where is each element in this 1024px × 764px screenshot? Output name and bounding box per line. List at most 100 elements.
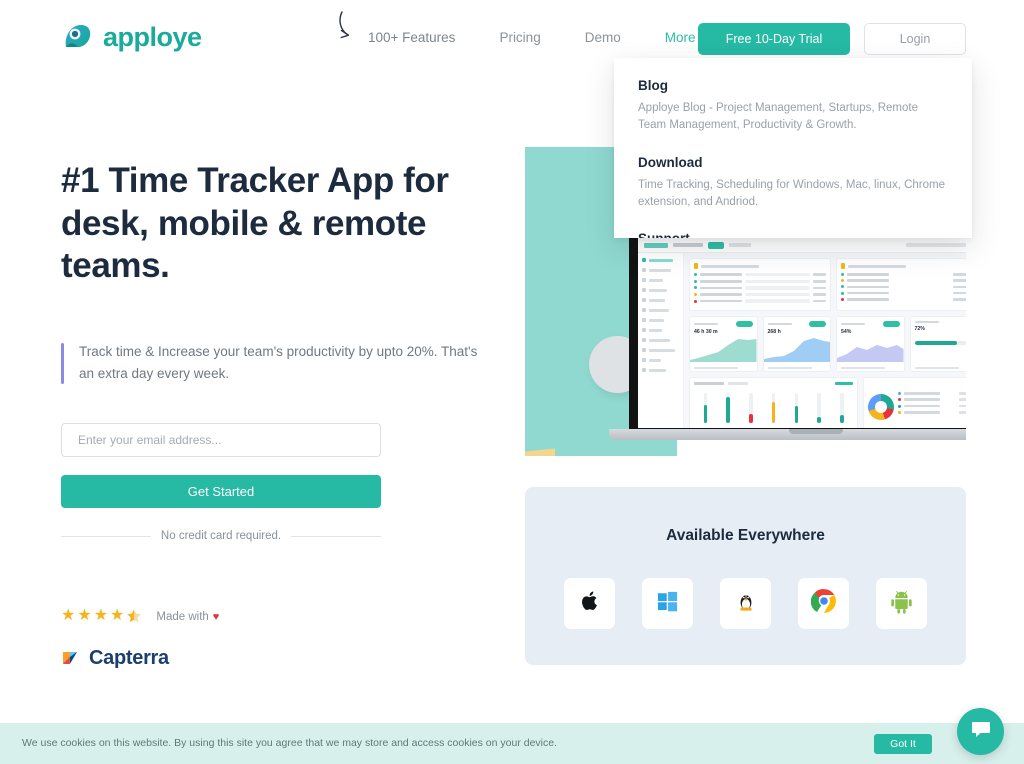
platform-windows[interactable]	[642, 578, 693, 629]
stat-value: 54%	[841, 329, 852, 336]
dashboard-main: 46 h 30 m 268 h 54% 72%	[684, 253, 966, 428]
get-started-button[interactable]: Get Started	[61, 475, 381, 508]
laptop-base	[609, 429, 966, 440]
sidebar-item	[642, 308, 679, 312]
sidebar-item	[642, 288, 679, 292]
available-everywhere-panel: Available Everywhere	[525, 487, 966, 665]
made-with-label: Made with ♥	[156, 611, 219, 623]
sidebar-item	[642, 358, 679, 362]
dashboard-tab-pill	[708, 241, 724, 249]
dashboard-tab-2	[729, 243, 751, 247]
dashboard-chart-row	[689, 376, 966, 428]
stat-value: 72%	[914, 325, 925, 332]
heart-icon: ♥	[212, 611, 220, 623]
hero-subtitle: Track time & Increase your team's produc…	[79, 344, 478, 381]
cookie-accept-button[interactable]: Got It	[874, 733, 932, 754]
star-icon: ★	[61, 607, 77, 624]
cookie-text: We use cookies on this website. By using…	[22, 737, 557, 750]
header-actions: Free 10-Day Trial Login	[698, 23, 966, 55]
laptop-bezel: 46 h 30 m 268 h 54% 72%	[629, 233, 966, 429]
platform-linux[interactable]	[720, 578, 771, 629]
sidebar-item	[642, 338, 679, 342]
star-icon: ★	[110, 607, 126, 624]
capterra-logo-icon	[61, 644, 85, 673]
windows-icon	[656, 590, 679, 618]
dropdown-item-blog-title[interactable]: Blog	[638, 78, 948, 93]
cookie-consent-bar: We use cookies on this website. By using…	[0, 723, 1024, 764]
sidebar-item	[642, 368, 679, 372]
main-nav: 100+ Features Pricing Demo More	[368, 30, 717, 45]
page-title: #1 Time Tracker App for desk, mobile & r…	[61, 161, 449, 286]
stat-card: 54%	[836, 315, 905, 372]
capterra-label: Capterra	[89, 647, 169, 669]
top-members-time-card	[836, 258, 966, 311]
dashboard-topbar-right	[906, 243, 966, 247]
platform-icons	[525, 578, 966, 629]
stat-value: 46 h 30 m	[694, 329, 718, 336]
laptop-screen: 46 h 30 m 268 h 54% 72%	[638, 238, 966, 428]
more-dropdown-menu: Blog Apploye Blog - Project Management, …	[614, 58, 972, 238]
top-visited-sites-card	[863, 376, 966, 428]
chat-bubble-icon	[969, 717, 993, 746]
nav-item-demo[interactable]: Demo	[563, 30, 643, 45]
email-input[interactable]	[61, 423, 381, 457]
hero-subtitle-row: Track time & Increase your team's produc…	[61, 341, 481, 385]
laptop-mockup: 46 h 30 m 268 h 54% 72%	[609, 233, 966, 442]
top-members-card	[689, 258, 831, 311]
star-rating: ★ ★ ★ ★	[61, 608, 142, 626]
sidebar-item	[642, 278, 679, 282]
stat-card: 46 h 30 m	[689, 315, 758, 372]
landing-page: apploye 100+ Features Pricing Demo More …	[0, 0, 1024, 764]
rating-row: ★ ★ ★ ★ Made with ♥	[61, 608, 219, 626]
logo[interactable]: apploye	[60, 20, 202, 54]
sidebar-item	[642, 268, 679, 272]
dropdown-item-download-desc: Time Tracking, Scheduling for Windows, M…	[638, 178, 945, 208]
star-half-icon	[126, 608, 142, 626]
star-icon: ★	[93, 607, 110, 624]
divider-right	[291, 535, 382, 537]
dashboard-row-top	[689, 258, 966, 311]
no-credit-card-text: No credit card required.	[160, 530, 282, 542]
dashboard-logo	[644, 242, 668, 248]
dropdown-item-download-title[interactable]: Download	[638, 155, 948, 170]
chat-widget-button[interactable]	[957, 708, 1004, 755]
nav-item-features[interactable]: 100+ Features	[368, 30, 477, 45]
capterra-badge[interactable]: Capterra	[61, 644, 169, 673]
sidebar-item	[642, 258, 679, 262]
donut-chart	[868, 393, 895, 420]
star-icon: ★	[77, 607, 93, 624]
no-credit-card-row: No credit card required.	[61, 530, 382, 542]
divider-left	[61, 535, 151, 537]
dashboard-body: 46 h 30 m 268 h 54% 72%	[638, 253, 966, 428]
chrome-icon	[810, 588, 837, 619]
accent-bar	[61, 343, 64, 384]
platform-apple[interactable]	[564, 578, 615, 629]
android-icon	[889, 589, 914, 619]
logo-text: apploye	[103, 21, 202, 52]
stat-card: 268 h	[762, 315, 831, 372]
dashboard-breadcrumb	[673, 243, 703, 247]
nav-item-pricing[interactable]: Pricing	[477, 30, 562, 45]
free-trial-button[interactable]: Free 10-Day Trial	[698, 23, 850, 55]
made-with-text: Made with	[156, 611, 209, 623]
available-title: Available Everywhere	[666, 527, 825, 544]
sidebar-item	[642, 348, 679, 352]
sidebar-item	[642, 318, 679, 322]
activity-report-card	[689, 376, 859, 428]
stat-value: 268 h	[767, 329, 781, 336]
linux-icon	[734, 589, 758, 618]
platform-chrome[interactable]	[798, 578, 849, 629]
apploye-logo-icon	[60, 20, 94, 54]
dropdown-item-support-title[interactable]: Support	[638, 231, 948, 238]
login-button[interactable]: Login	[864, 23, 966, 55]
sidebar-item	[642, 328, 679, 332]
dashboard-stat-row: 46 h 30 m 268 h 54% 72%	[689, 315, 966, 372]
laptop-notch	[789, 429, 843, 434]
hero-content: #1 Time Tracker App for desk, mobile & r…	[61, 160, 491, 288]
dashboard-sidebar	[638, 253, 684, 428]
apple-icon	[578, 589, 602, 618]
stat-card: 72%	[909, 315, 966, 372]
dropdown-item-blog-desc: Apploye Blog - Project Management, Start…	[638, 102, 918, 132]
dashboard-topbar	[638, 238, 966, 253]
platform-android[interactable]	[876, 578, 927, 629]
